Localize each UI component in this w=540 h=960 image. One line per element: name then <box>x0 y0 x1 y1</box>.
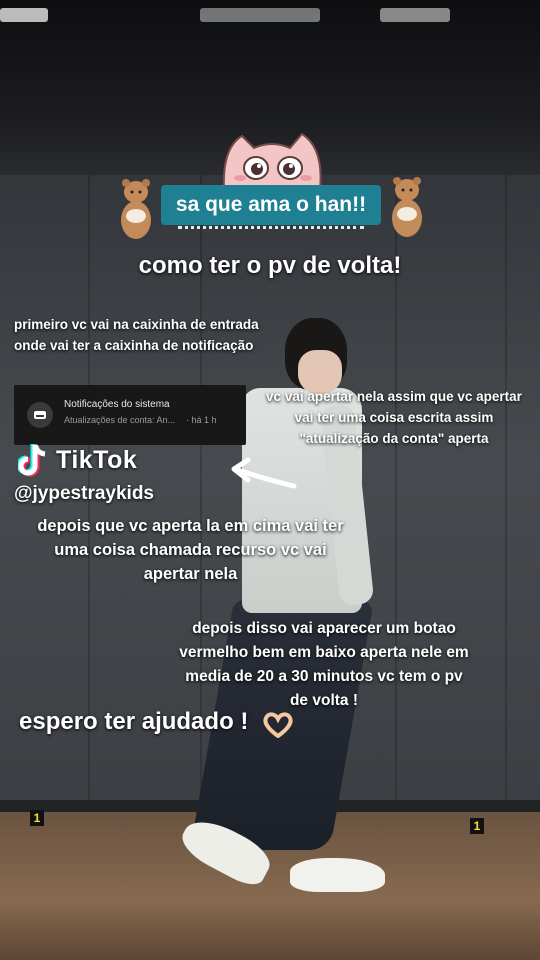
quokka-sticker-icon <box>392 177 422 237</box>
step2-line: vc vai apertar nela assim que vc apertar <box>266 389 522 404</box>
name-badge: sa que ama o han!! <box>161 185 381 225</box>
arrow-left-icon <box>231 457 297 489</box>
notification-subtitle: Atualizações de conta: An... <box>64 415 176 425</box>
inbox-icon <box>27 402 53 428</box>
step4-line: media de 20 a 30 minutos vc tem o pv <box>185 668 463 685</box>
ceiling-light <box>200 8 320 22</box>
tiktok-brand: TikTok <box>56 446 138 474</box>
page-title: como ter o pv de volta! <box>138 252 402 279</box>
step3-text: depois que vc aperta la em cima vai ter … <box>18 514 363 586</box>
closing-text: espero ter ajudado ! <box>19 708 249 735</box>
step1-line: onde vai ter a caixinha de notificação <box>14 338 254 353</box>
step3-line: uma coisa chamada recurso vc vai <box>54 541 327 559</box>
notification-time: · há 1 h <box>186 415 217 425</box>
dancer-shoe <box>290 858 385 892</box>
notification-title: Notificações do sistema <box>64 399 170 410</box>
floor-marker: 1 <box>470 818 484 834</box>
ceiling-light <box>0 8 48 22</box>
step3-line: depois que vc aperta la em cima vai ter <box>37 517 344 535</box>
step3-line: apertar nela <box>143 565 238 583</box>
tiktok-logo-icon <box>18 444 46 477</box>
ceiling-light <box>380 8 450 22</box>
quokka-sticker-icon <box>121 179 151 239</box>
step4-line: vermelho bem em baixo aperta nele em <box>179 644 469 661</box>
floor-marker: 1 <box>30 810 44 826</box>
step4-text: depois disso vai aparecer um botao verme… <box>160 617 488 713</box>
step4-line: depois disso vai aparecer um botao <box>192 620 456 637</box>
badge-underline <box>178 226 364 229</box>
notification-item[interactable]: Notificações do sistema Atualizações de … <box>14 385 246 445</box>
heart-hands-icon <box>263 712 293 738</box>
step2-text: vc vai apertar nela assim que vc apertar… <box>254 386 534 449</box>
step2-line: "atualização da conta" aperta <box>299 431 489 446</box>
step1-line: primeiro vc vai na caixinha de entrada <box>14 317 259 332</box>
step1-text: primeiro vc vai na caixinha de entrada o… <box>14 314 259 356</box>
step2-line: vai ter uma coisa escrita assim <box>294 410 494 425</box>
cat-sticker-icon <box>222 132 322 190</box>
tiktok-handle: @jypestraykids <box>14 483 154 504</box>
